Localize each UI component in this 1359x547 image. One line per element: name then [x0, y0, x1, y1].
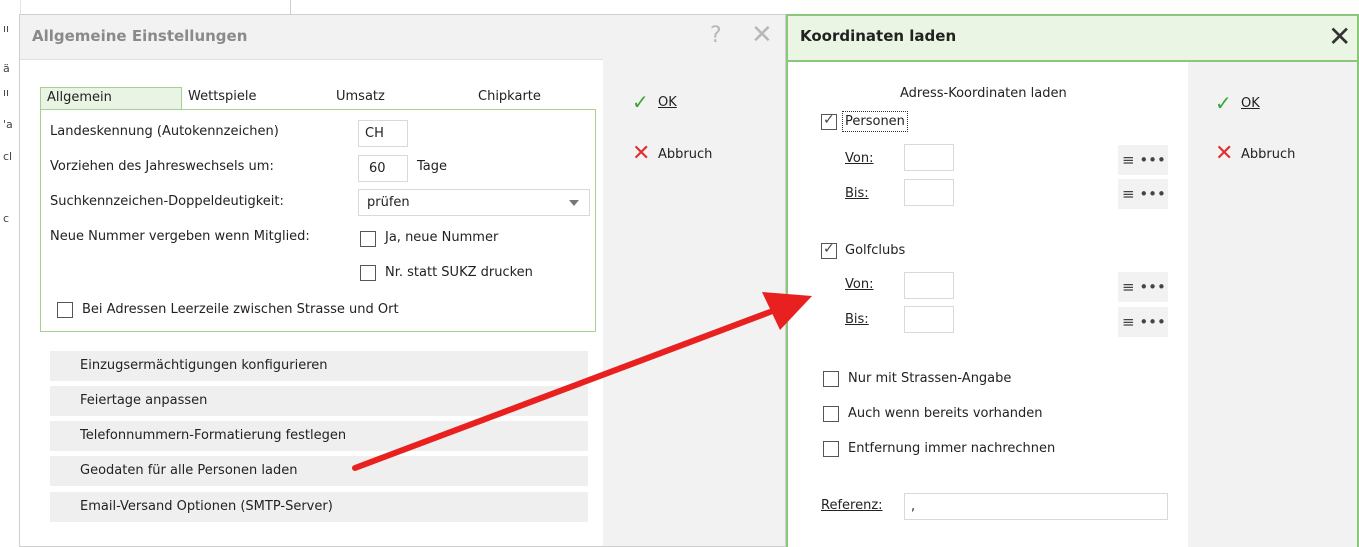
golfclubs-checkbox[interactable]: ✓	[821, 241, 837, 259]
golfclubs-from-input[interactable]	[904, 272, 954, 299]
ok-label: OK	[658, 95, 677, 110]
direct-debit-config-button[interactable]: Einzugsermächtigungen konfigurieren	[50, 351, 588, 381]
dialog-titlebar: Allgemeine Einstellungen ? ✕	[20, 15, 785, 60]
persons-to-input[interactable]	[904, 179, 954, 206]
dialog-title: Koordinaten laden	[800, 27, 957, 45]
tab-umsatz[interactable]: Umsatz	[330, 87, 452, 109]
email-options-button[interactable]: Email-Versand Optionen (SMTP-Server)	[50, 492, 588, 522]
recalc-distance-checkbox[interactable]	[823, 441, 839, 457]
ok-button[interactable]: ✓ OK	[1215, 91, 1295, 118]
background-text: ıı	[3, 22, 10, 35]
dialog-title: Allgemeine Einstellungen	[32, 27, 248, 45]
section-title: Adress-Koordinaten laden	[900, 86, 1067, 101]
background-text: c	[3, 212, 10, 225]
phone-format-button[interactable]: Telefonnummern-Formatierung festlegen	[50, 421, 588, 451]
persons-to-label: Bis:	[845, 186, 869, 201]
close-icon[interactable]: ✕	[751, 20, 773, 50]
search-ambiguity-label: Suchkennzeichen-Doppeldeutigkeit:	[50, 194, 284, 209]
country-code-input[interactable]: CH	[358, 120, 408, 147]
tab-bar: Allgemein Wettspiele Umsatz Chipkarte	[40, 87, 588, 109]
dialog-button-area	[1188, 62, 1357, 547]
year-change-label: Vorziehen des Jahreswechsels um:	[50, 159, 274, 174]
golfclubs-to-input[interactable]	[904, 306, 954, 333]
print-number-option-label: Nr. statt SUKZ drucken	[385, 265, 533, 280]
tab-chipkarte[interactable]: Chipkarte	[452, 87, 588, 109]
checkmark-icon: ✓	[1215, 91, 1232, 115]
cancel-button[interactable]: ✕ Abbruch	[1215, 141, 1325, 169]
recalc-distance-label: Entfernung immer nachrechnen	[848, 441, 1056, 456]
tab-wettspiele[interactable]: Wettspiele	[182, 87, 330, 109]
ok-button[interactable]: ✓ OK	[632, 90, 712, 117]
print-number-checkbox[interactable]	[360, 265, 376, 281]
close-icon[interactable]: ✕	[1328, 20, 1351, 53]
even-existing-label: Auch wenn bereits vorhanden	[848, 406, 1043, 421]
cancel-button[interactable]: ✕ Abbruch	[632, 141, 742, 169]
background-app-strip	[0, 0, 21, 547]
background-text: cl	[3, 150, 13, 163]
new-number-label: Neue Nummer vergeben wenn Mitglied:	[50, 229, 310, 244]
tab-allgemein[interactable]: Allgemein	[40, 87, 182, 109]
cancel-x-icon: ✕	[632, 141, 651, 166]
blank-line-option-label: Bei Adressen Leerzeile zwischen Strasse …	[82, 302, 399, 317]
dialog-button-area	[603, 59, 785, 546]
search-ambiguity-select[interactable]: prüfen	[358, 189, 590, 216]
only-street-checkbox[interactable]	[823, 371, 839, 387]
persons-label: Personen	[842, 111, 908, 132]
chevron-down-icon	[569, 200, 579, 206]
background-divider	[290, 0, 291, 14]
checkmark-icon: ✓	[823, 241, 835, 257]
background-text: ıı	[3, 86, 10, 99]
tab-panel-allgemein: Landeskennung (Autokennzeichen) CH Vorzi…	[40, 109, 596, 332]
country-code-label: Landeskennung (Autokennzeichen)	[50, 124, 279, 139]
golfclubs-to-label: Bis:	[845, 312, 869, 327]
checkmark-icon: ✓	[632, 90, 649, 114]
persons-from-input[interactable]	[904, 144, 954, 171]
golfclubs-from-label: Von:	[845, 277, 874, 292]
dialog-titlebar: Koordinaten laden ✕	[788, 16, 1357, 62]
only-street-label: Nur mit Strassen-Angabe	[848, 371, 1012, 386]
new-number-option-label: Ja, neue Nummer	[385, 230, 499, 245]
help-icon[interactable]: ?	[710, 23, 722, 48]
checkmark-icon: ✓	[823, 112, 835, 128]
golfclubs-label: Golfclubs	[845, 243, 906, 258]
cancel-label: Abbruch	[658, 147, 713, 162]
persons-from-label: Von:	[845, 151, 874, 166]
reference-label: Referenz:	[821, 498, 883, 513]
ok-label: OK	[1241, 96, 1260, 111]
load-coordinates-dialog: Koordinaten laden ✕ Adress-Koordinaten l…	[786, 14, 1359, 547]
background-text: ä	[3, 62, 10, 75]
year-change-input[interactable]: 60	[358, 155, 408, 182]
new-number-checkbox[interactable]	[360, 231, 376, 247]
general-settings-dialog: Allgemeine Einstellungen ? ✕ Allgemein W…	[19, 14, 786, 547]
search-ambiguity-value: prüfen	[367, 195, 410, 210]
holidays-button[interactable]: Feiertage anpassen	[50, 386, 588, 416]
load-geodata-button[interactable]: Geodaten für alle Personen laden	[50, 456, 588, 486]
blank-line-checkbox[interactable]	[57, 302, 73, 318]
cancel-label: Abbruch	[1241, 147, 1296, 162]
list-more-icon[interactable]: ≡ •••	[1118, 179, 1168, 209]
even-existing-checkbox[interactable]	[823, 406, 839, 422]
list-more-icon[interactable]: ≡ •••	[1118, 307, 1168, 337]
persons-checkbox[interactable]: ✓	[821, 112, 837, 130]
cancel-x-icon: ✕	[1215, 141, 1234, 166]
year-change-unit: Tage	[417, 159, 448, 174]
reference-input[interactable]: ,	[904, 493, 1168, 520]
background-text: 'a	[3, 118, 13, 131]
list-more-icon[interactable]: ≡ •••	[1118, 145, 1168, 175]
list-more-icon[interactable]: ≡ •••	[1118, 272, 1168, 302]
